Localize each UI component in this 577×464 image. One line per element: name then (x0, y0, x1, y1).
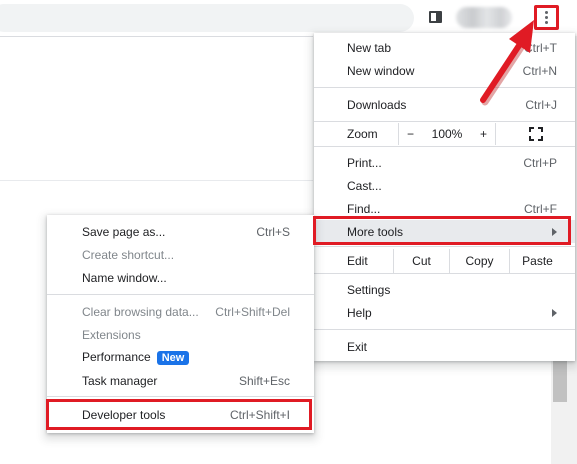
menu-item-new-window[interactable]: New window Ctrl+N (314, 59, 575, 82)
edit-row: Edit Cut Copy Paste (314, 249, 575, 273)
side-panel-icon[interactable] (429, 11, 442, 23)
clear-browsing-shortcut: Ctrl+Shift+Del (215, 304, 290, 319)
zoom-in-button[interactable]: + (472, 123, 496, 145)
menu-separator (314, 87, 575, 88)
zoom-out-button[interactable]: − (398, 123, 422, 145)
new-window-shortcut: Ctrl+N (522, 63, 557, 78)
menu-item-save-page[interactable]: Save page as... Ctrl+S (47, 220, 314, 243)
profile-avatar[interactable] (456, 7, 512, 28)
more-tools-label: More tools (347, 224, 404, 239)
downloads-shortcut: Ctrl+J (525, 97, 557, 112)
find-label: Find... (347, 201, 381, 216)
menu-separator (314, 246, 575, 247)
new-window-label: New window (347, 63, 415, 78)
menu-item-developer-tools[interactable]: Developer tools Ctrl+Shift+I (47, 403, 314, 426)
cast-label: Cast... (347, 178, 382, 193)
menu-separator (314, 329, 575, 330)
menu-item-find[interactable]: Find... Ctrl+F (314, 197, 575, 220)
new-tab-shortcut: Ctrl+T (524, 40, 557, 55)
settings-label: Settings (347, 282, 391, 297)
menu-item-downloads[interactable]: Downloads Ctrl+J (314, 93, 575, 116)
menu-separator (314, 146, 575, 147)
zoom-level: 100% (431, 127, 463, 141)
print-label: Print... (347, 155, 382, 170)
menu-item-clear-browsing-data[interactable]: Clear browsing data... Ctrl+Shift+Del (47, 300, 314, 323)
developer-tools-label: Developer tools (82, 407, 166, 422)
help-label: Help (347, 305, 372, 320)
menu-item-performance[interactable]: Performance New (47, 346, 314, 369)
chrome-menu-button[interactable] (534, 5, 559, 30)
new-badge: New (156, 351, 190, 365)
find-shortcut: Ctrl+F (524, 201, 557, 216)
menu-separator (314, 273, 575, 274)
fullscreen-icon[interactable] (529, 127, 543, 141)
menu-item-extensions[interactable]: Extensions (47, 323, 314, 346)
downloads-label: Downloads (347, 97, 407, 112)
submenu-arrow-icon (552, 227, 557, 236)
more-tools-submenu: Save page as... Ctrl+S Create shortcut..… (47, 215, 314, 433)
extensions-label: Extensions (82, 327, 141, 342)
developer-tools-shortcut: Ctrl+Shift+I (229, 407, 290, 422)
browser-toolbar (0, 0, 577, 36)
menu-item-create-shortcut[interactable]: Create shortcut... (47, 243, 314, 266)
cut-button[interactable]: Cut (393, 249, 449, 273)
task-manager-label: Task manager (82, 373, 158, 388)
paste-button[interactable]: Paste (509, 249, 565, 273)
clear-browsing-label: Clear browsing data... (82, 304, 199, 319)
scrollbar-thumb[interactable] (553, 360, 567, 402)
menu-item-name-window[interactable]: Name window... (47, 266, 314, 289)
menu-item-help[interactable]: Help (314, 301, 575, 324)
task-manager-shortcut: Shift+Esc (238, 373, 290, 388)
menu-item-cast[interactable]: Cast... (314, 174, 575, 197)
menu-separator (47, 294, 314, 295)
zoom-row: Zoom − 100% + (314, 123, 575, 145)
name-window-label: Name window... (82, 270, 167, 285)
performance-label: Performance (82, 350, 151, 364)
kebab-menu-icon (545, 11, 548, 14)
exit-label: Exit (347, 339, 368, 354)
performance-label-group: Performance New (82, 350, 290, 365)
menu-separator (47, 396, 314, 397)
edit-label: Edit (347, 254, 368, 268)
submenu-arrow-icon (552, 308, 557, 317)
address-bar[interactable] (0, 4, 414, 32)
toolbar-divider (0, 36, 313, 37)
menu-item-print[interactable]: Print... Ctrl+P (314, 151, 575, 174)
page-divider (0, 180, 313, 181)
menu-item-more-tools[interactable]: More tools (314, 220, 575, 243)
menu-item-settings[interactable]: Settings (314, 278, 575, 301)
save-page-shortcut: Ctrl+S (256, 224, 290, 239)
print-shortcut: Ctrl+P (523, 155, 557, 170)
menu-separator (314, 121, 575, 122)
chrome-main-menu: New tab Ctrl+T New window Ctrl+N Downloa… (314, 33, 575, 361)
create-shortcut-label: Create shortcut... (82, 247, 175, 262)
save-page-label: Save page as... (82, 224, 166, 239)
menu-item-exit[interactable]: Exit (314, 335, 575, 358)
zoom-label: Zoom (347, 127, 378, 141)
menu-item-new-tab[interactable]: New tab Ctrl+T (314, 36, 575, 59)
menu-item-task-manager[interactable]: Task manager Shift+Esc (47, 369, 314, 392)
copy-button[interactable]: Copy (449, 249, 509, 273)
new-tab-label: New tab (347, 40, 392, 55)
